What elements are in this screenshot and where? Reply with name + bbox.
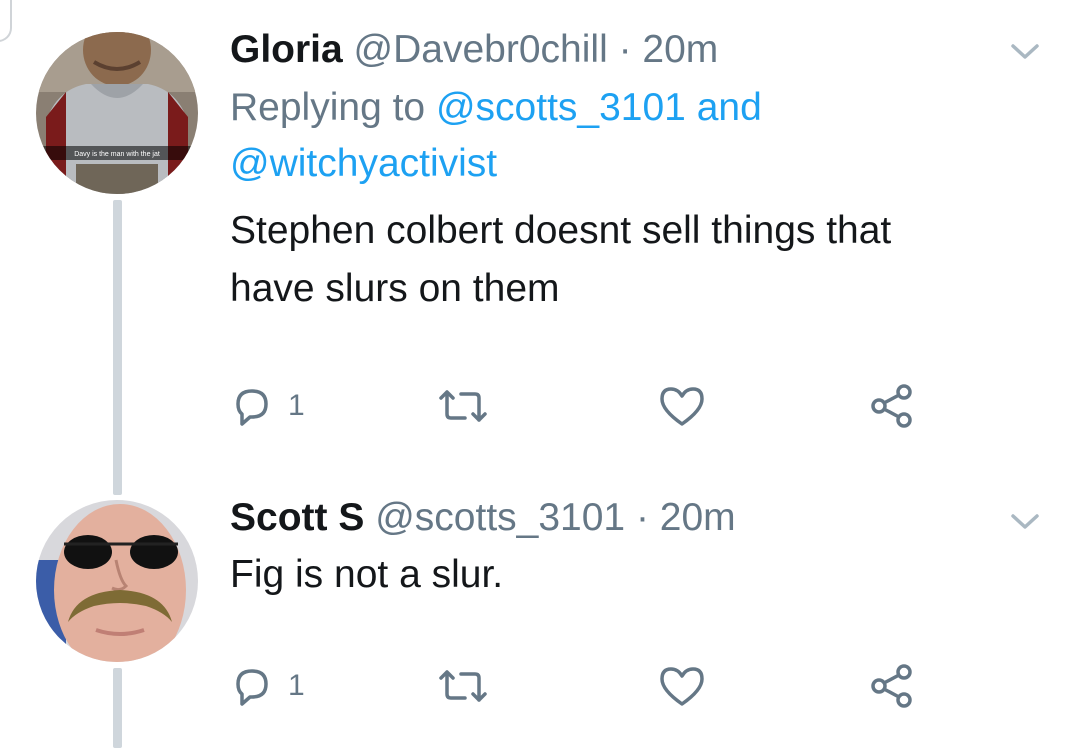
- like-icon: [660, 387, 704, 426]
- thread-line: [113, 200, 122, 495]
- reply-count: 1: [288, 669, 305, 702]
- thread-line: [113, 668, 122, 748]
- share-icon: [871, 664, 912, 708]
- tweet-header: Gloria @Davebr0chill · 20m: [230, 26, 1040, 74]
- tweet-content: Gloria @Davebr0chill · 20m Replying to @…: [230, 26, 1040, 318]
- tweet-text-line: Fig is not a slur.: [230, 553, 504, 596]
- tweet-gloria[interactable]: Davy is the man with the jat Gloria @Dav…: [0, 0, 1080, 495]
- tweet-text: Stephen colbert doesnt sell things that …: [230, 202, 1040, 318]
- tweet-actions: 1: [230, 656, 930, 716]
- handle[interactable]: @scotts_3101: [375, 496, 625, 539]
- handle[interactable]: @Davebr0chill: [354, 28, 608, 71]
- display-name[interactable]: Gloria: [230, 28, 343, 71]
- mention-link[interactable]: @scotts_3101: [436, 86, 686, 129]
- share-button[interactable]: [868, 656, 916, 716]
- reply-button[interactable]: 1: [230, 656, 305, 716]
- display-name[interactable]: Scott S: [230, 496, 364, 539]
- tweet-actions: 1: [230, 376, 930, 436]
- retweet-button[interactable]: [435, 656, 491, 716]
- avatar-scott[interactable]: [36, 500, 198, 662]
- like-button[interactable]: [658, 376, 706, 436]
- retweet-button[interactable]: [435, 376, 491, 436]
- reply-icon: [236, 389, 268, 426]
- share-button[interactable]: [868, 376, 916, 436]
- chevron-down-icon[interactable]: [1010, 42, 1040, 62]
- avatar-gloria[interactable]: Davy is the man with the jat: [36, 32, 198, 194]
- timestamp[interactable]: · 20m: [619, 28, 719, 71]
- tweet-header: Scott S @scotts_3101 · 20m: [230, 494, 1040, 542]
- mention-link[interactable]: @witchyactivist: [230, 142, 497, 185]
- replying-and[interactable]: and: [697, 86, 762, 129]
- tweet-scott[interactable]: Scott S @scotts_3101 · 20m Fig is not a …: [0, 490, 1080, 748]
- like-icon: [660, 667, 704, 706]
- avatar-caption: Davy is the man with the jat: [74, 151, 160, 158]
- replying-to: Replying to @scotts_3101 and @witchyacti…: [230, 80, 1040, 192]
- timestamp[interactable]: · 20m: [636, 496, 736, 539]
- reply-icon: [236, 669, 268, 706]
- like-button[interactable]: [658, 656, 706, 716]
- reply-button[interactable]: 1: [230, 376, 305, 436]
- tweet-content: Scott S @scotts_3101 · 20m Fig is not a …: [230, 494, 1040, 604]
- retweet-icon: [439, 670, 487, 702]
- reply-count: 1: [288, 389, 305, 422]
- tweet-text-line: have slurs on them: [230, 267, 560, 310]
- tweet-text-line: Stephen colbert doesnt sell things that: [230, 209, 892, 252]
- replying-prefix: Replying to: [230, 86, 426, 129]
- tweet-text: Fig is not a slur.: [230, 546, 1040, 604]
- share-icon: [871, 384, 912, 428]
- chevron-down-icon[interactable]: [1010, 512, 1040, 532]
- retweet-icon: [439, 390, 487, 422]
